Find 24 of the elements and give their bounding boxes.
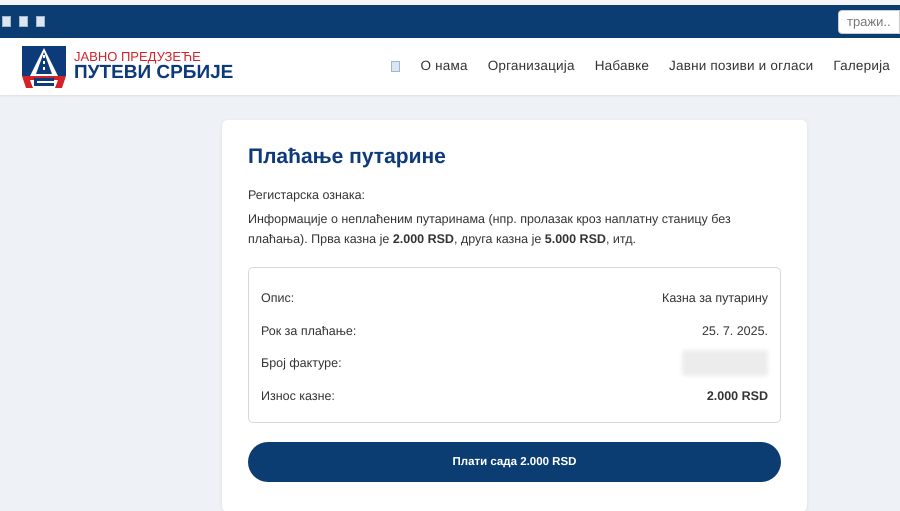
pay-button[interactable]: Плати сада 2.000 RSD — [248, 442, 781, 482]
detail-value: Казна за путарину — [662, 290, 768, 308]
nav-link[interactable]: О нама — [420, 56, 468, 77]
logo-subtitle: ЈАВНО ПРЕДУЗЕЋЕ — [74, 50, 202, 64]
plate-label: Регистарска ознака: — [248, 187, 366, 204]
search-field[interactable]: тражи... — [838, 10, 900, 34]
info-paragraph: Информације о неплаћеним путаринама (нпр. пролазак кроз наплатну станицу без плаћања). Прва казна је 2.000 RSD, друга казна је 5.000 RSD, итд. — [248, 211, 732, 248]
nav-link[interactable]: Набавке — [594, 56, 650, 77]
nav-link[interactable]: Јавни позиви и огласи — [669, 56, 814, 77]
broken-image-icon[interactable] — [19, 16, 28, 27]
logo-icon — [22, 46, 66, 88]
nav-link[interactable]: Организација — [488, 56, 575, 77]
detail-value: 25. 7. 2025. — [702, 322, 768, 340]
detail-label: Број фактуре: — [261, 355, 342, 372]
nav-link[interactable]: Галерија — [833, 56, 890, 77]
detail-value: 2.000 RSD — [706, 388, 768, 405]
logo-title: ПУТЕВИ СРБИЈЕ — [74, 63, 234, 83]
broken-image-icon[interactable] — [2, 16, 11, 27]
detail-label: Износ казне: — [261, 388, 335, 405]
detail-label: Опис: — [261, 290, 294, 308]
broken-image-icon — [391, 61, 400, 72]
broken-image-icon[interactable] — [36, 16, 45, 27]
detail-label: Рок за плаћање: — [261, 322, 356, 340]
page-title: Плаћање путарине — [248, 144, 447, 170]
